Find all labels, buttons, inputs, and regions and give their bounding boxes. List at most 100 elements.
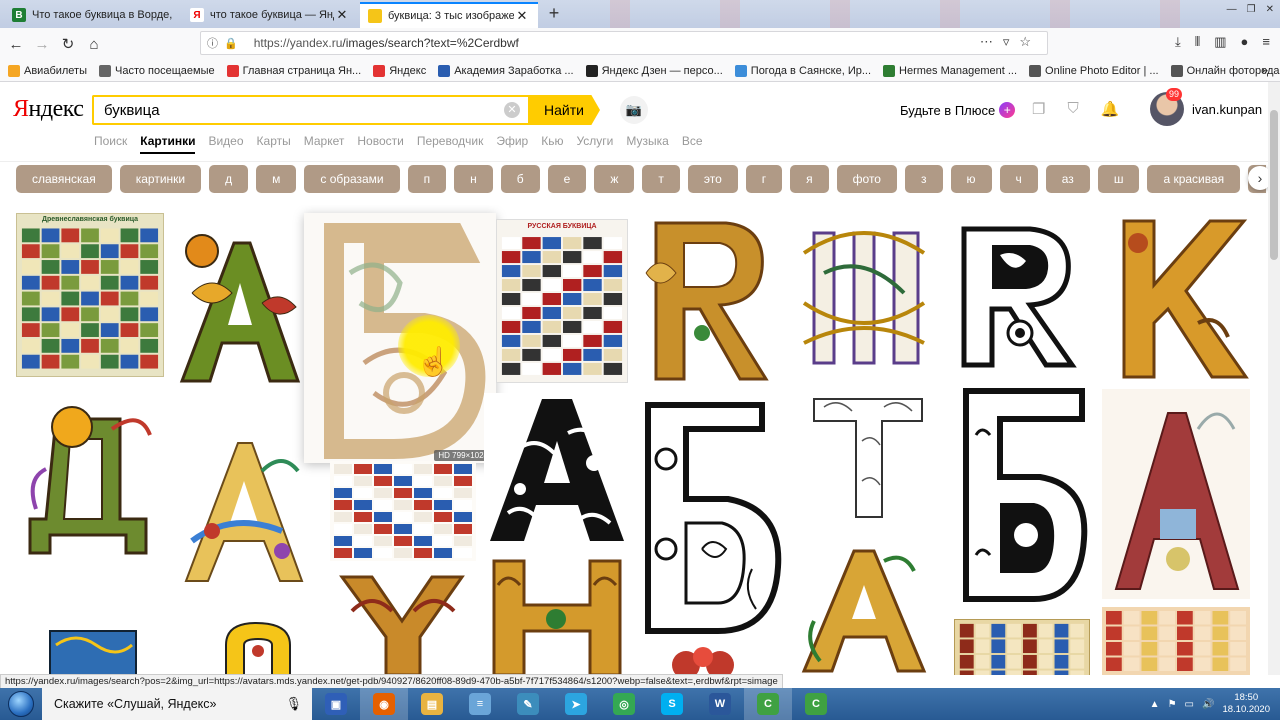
related-query-chip[interactable]: м [256,165,297,193]
result-image-floral-a[interactable] [172,431,316,589]
firefox-icon[interactable]: ◉ [360,688,408,720]
bookmark-item[interactable]: Яндекс Дзен — персо... [585,64,723,77]
related-query-chip[interactable]: фото [836,165,897,193]
tab-1[interactable]: B Что такое буквица в Ворде, что [4,2,180,28]
library-icon[interactable]: ⫴ [1195,34,1200,50]
tray-arrow-icon[interactable]: ▲ [1150,699,1160,710]
page-scrollbar[interactable] [1268,82,1280,675]
related-query-chip[interactable]: с образами [304,165,400,193]
related-query-chip[interactable]: я [790,165,829,193]
result-image-alphabet-chart[interactable]: Древнеславянская буквица [16,213,164,377]
file-explorer-icon[interactable]: ▤ [408,688,456,720]
service-tab-7[interactable]: Эфир [496,134,528,154]
result-image-alphabet-chart-4[interactable] [1102,607,1250,675]
result-image-text-table[interactable] [330,461,476,561]
minimize-button[interactable]: — [1227,4,1237,15]
related-query-chip[interactable]: а красивая [1147,165,1241,193]
bell-icon[interactable]: 🔔 [1101,100,1120,118]
related-query-chip[interactable]: з [904,165,943,193]
microphone-icon[interactable]: 🎙 [285,696,302,712]
related-query-chip[interactable]: т [642,165,680,193]
word-icon[interactable]: W [696,688,744,720]
plus-icon[interactable]: + [544,4,564,24]
service-tab-1[interactable]: Картинки [140,134,196,154]
bookmark-item[interactable]: Академия Заработка ... [438,64,574,77]
result-image-russian-chart[interactable]: РУССКАЯ БУКВИЦА [496,219,628,383]
close-tab-icon[interactable]: ✕ [334,7,350,23]
username[interactable]: ivan.kunpan [1192,102,1262,117]
result-image-red-flower[interactable] [656,643,752,675]
related-query-chip[interactable]: это [687,165,738,193]
start-button[interactable] [0,688,42,720]
downloads-icon[interactable]: ⤓ [1175,34,1181,50]
service-tab-3[interactable]: Карты [257,134,291,154]
result-image-blue-ornament[interactable] [46,625,140,675]
close-window-button[interactable]: ✕ [1266,4,1274,15]
related-query-chip[interactable]: ж [594,165,635,193]
reload-icon[interactable]: ↻ [55,31,81,57]
result-image-red-a-scene[interactable] [1102,389,1250,599]
flag-icon[interactable]: ⚑ [1168,699,1177,710]
collections-icon[interactable]: ❐ [1032,100,1045,118]
page-actions-icon[interactable]: ⋯▿☆ [980,34,1041,50]
result-image-alphabet-chart-3[interactable] [954,619,1090,675]
related-query-chip[interactable]: д [209,165,249,193]
forward-arrow-icon[interactable]: → [29,31,55,57]
service-tab-5[interactable]: Новости [357,134,403,154]
network-icon[interactable]: ▭ [1185,699,1194,710]
result-image-ornate-r[interactable] [636,213,788,385]
skype-icon[interactable]: S [648,688,696,720]
maximize-button[interactable]: ❐ [1247,4,1256,15]
related-query-chip[interactable]: ю [950,165,992,193]
related-query-chip[interactable]: н [454,165,493,193]
bookmark-item[interactable]: Яндекс [373,64,426,77]
result-image-knot-letters[interactable] [794,213,938,377]
taskbar-search[interactable]: Скажите «Слушай, Яндекс» 🎙 [42,688,312,720]
bookmark-item[interactable]: Главная страница Ян... [226,64,361,77]
sidebar-icon[interactable]: ▥ [1214,34,1226,50]
related-query-chip[interactable]: ш [1097,165,1140,193]
shield-icon[interactable]: ⛉ [1067,100,1078,118]
plus-promo[interactable]: Будьте в Плюсе + [900,102,1016,118]
service-tab-11[interactable]: Все [682,134,703,154]
clock[interactable]: 18:50 18.10.2020 [1222,692,1270,716]
related-query-chip[interactable]: п [407,165,447,193]
result-image-ornate-d[interactable] [16,399,160,557]
related-query-chip[interactable]: г [745,165,783,193]
related-query-chip[interactable]: аз [1045,165,1090,193]
result-image-gold-n[interactable] [486,555,628,675]
save-app-icon[interactable]: ▣ [312,688,360,720]
result-image-floral-v[interactable] [642,399,786,637]
bookmark-item[interactable]: Hermes Management ... [883,64,1017,77]
related-query-chip[interactable]: е [547,165,587,193]
close-tab-icon[interactable]: ✕ [514,8,530,24]
related-query-chip[interactable]: б [500,165,540,193]
yandex-logo[interactable]: Яндекс [13,96,84,123]
home-icon[interactable]: ⌂ [81,31,107,57]
tab-3[interactable]: буквица: 3 тыс изображений н ✕ [360,2,538,28]
tab-2[interactable]: Я что такое буквица — Яндекс: н ✕ [182,2,358,28]
notepad-icon[interactable]: ≡ [456,688,504,720]
back-arrow-icon[interactable]: ← [3,31,29,57]
bookmark-item[interactable]: Часто посещаемые [99,64,215,77]
service-tab-6[interactable]: Переводчик [417,134,484,154]
service-tab-8[interactable]: Кью [541,134,563,154]
result-image-ornate-a[interactable] [172,233,306,385]
volume-icon[interactable]: 🔊 [1202,699,1214,710]
result-image-black-b[interactable] [956,385,1092,605]
account-icon[interactable]: ● [1241,34,1249,50]
camtasia-recorder-icon[interactable]: C [792,688,840,720]
telegram-icon[interactable]: ➤ [552,688,600,720]
service-tab-4[interactable]: Маркет [304,134,345,154]
related-query-chip[interactable]: картинки [119,165,202,193]
related-query-chip[interactable]: славянская [16,165,112,193]
more-bookmarks-icon[interactable]: » [1261,63,1268,77]
bookmark-item[interactable]: Погода в Саянске, Ир... [734,64,871,77]
result-image-black-a[interactable] [484,393,630,547]
result-image-line-t[interactable] [806,391,930,523]
service-tab-2[interactable]: Видео [208,134,243,154]
result-image-gold-a2[interactable] [794,541,936,675]
result-image-gold-k[interactable] [1108,213,1252,383]
address-bar[interactable]: ⓘ🔒 https://yandex.ru /images/search?text… [200,31,1048,55]
tool-icon[interactable]: ✎ [504,688,552,720]
